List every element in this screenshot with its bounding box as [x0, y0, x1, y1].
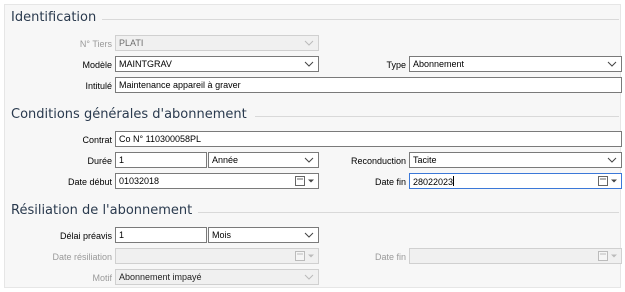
motif-value: Abonnement impayé [119, 272, 202, 282]
delai-unit-select[interactable]: Mois [208, 227, 319, 243]
date-resiliation-label: Date résiliation [52, 252, 112, 262]
duree-value: 1 [119, 155, 125, 165]
section-divider [97, 19, 619, 20]
section-divider [191, 212, 619, 213]
date-fin-label: Date fin [374, 177, 406, 187]
date-debut-value: 01032018 [119, 176, 160, 186]
intitule-label: Intitulé [85, 81, 112, 91]
chevron-down-icon[interactable] [607, 155, 617, 165]
delai-input[interactable]: 1 [115, 227, 207, 243]
type-value: Abonnement [413, 59, 465, 69]
date-debut-input[interactable]: 01032018 [115, 173, 319, 189]
calendar-icon[interactable] [598, 176, 618, 186]
duree-label: Durée [87, 156, 112, 166]
duree-input[interactable]: 1 [115, 152, 207, 168]
tiers-select: PLATI [115, 35, 319, 51]
motif-select: Abonnement impayé [115, 269, 319, 285]
modele-value: MAINTGRAV [119, 59, 172, 69]
chevron-down-icon [304, 272, 314, 282]
duree-unit-select[interactable]: Année [208, 152, 319, 168]
type-select[interactable]: Abonnement [409, 56, 622, 72]
chevron-down-icon[interactable] [304, 59, 314, 69]
reconduction-value: Tacite [413, 155, 437, 165]
modele-select[interactable]: MAINTGRAV [115, 56, 319, 72]
calendar-icon[interactable] [295, 176, 315, 186]
chevron-down-icon [304, 38, 314, 48]
reconduction-select[interactable]: Tacite [409, 152, 622, 168]
contrat-label: Contrat [82, 135, 112, 145]
contrat-input[interactable]: Co N° 110300058PL [115, 131, 622, 147]
date-fin-input[interactable]: 28022023 [409, 173, 622, 189]
intitule-value: Maintenance appareil à graver [119, 80, 241, 90]
resiliation-date-fin-input [409, 248, 622, 264]
contrat-value: Co N° 110300058PL [119, 134, 201, 144]
delai-value: 1 [119, 230, 125, 240]
chevron-down-icon[interactable] [304, 230, 314, 240]
form-panel: Identification N° Tiers PLATI Modèle MAI… [4, 4, 622, 288]
chevron-down-icon[interactable] [607, 59, 617, 69]
section-title-identification: Identification [11, 10, 103, 25]
duree-unit-value: Année [212, 155, 239, 165]
date-debut-label: Date début [67, 177, 112, 187]
calendar-icon [295, 251, 315, 261]
reconduction-label: Reconduction [350, 156, 406, 166]
modele-label: Modèle [82, 60, 112, 70]
intitule-input[interactable]: Maintenance appareil à graver [115, 77, 622, 93]
tiers-value: PLATI [119, 38, 144, 48]
type-label: Type [386, 60, 406, 70]
resiliation-date-fin-label: Date fin [374, 252, 406, 262]
delai-unit-value: Mois [212, 230, 232, 240]
text-cursor [453, 176, 455, 186]
section-title-conditions: Conditions générales d'abonnement [11, 107, 253, 122]
date-resiliation-input [115, 248, 319, 264]
calendar-icon [598, 251, 618, 261]
section-title-resiliation: Résiliation de l'abonnement [11, 203, 199, 218]
date-fin-value: 28022023 [413, 177, 454, 187]
section-divider [255, 116, 619, 117]
chevron-down-icon[interactable] [304, 155, 314, 165]
tiers-label: N° Tiers [79, 39, 112, 49]
motif-label: Motif [92, 273, 112, 283]
delai-label: Délai préavis [59, 231, 112, 241]
